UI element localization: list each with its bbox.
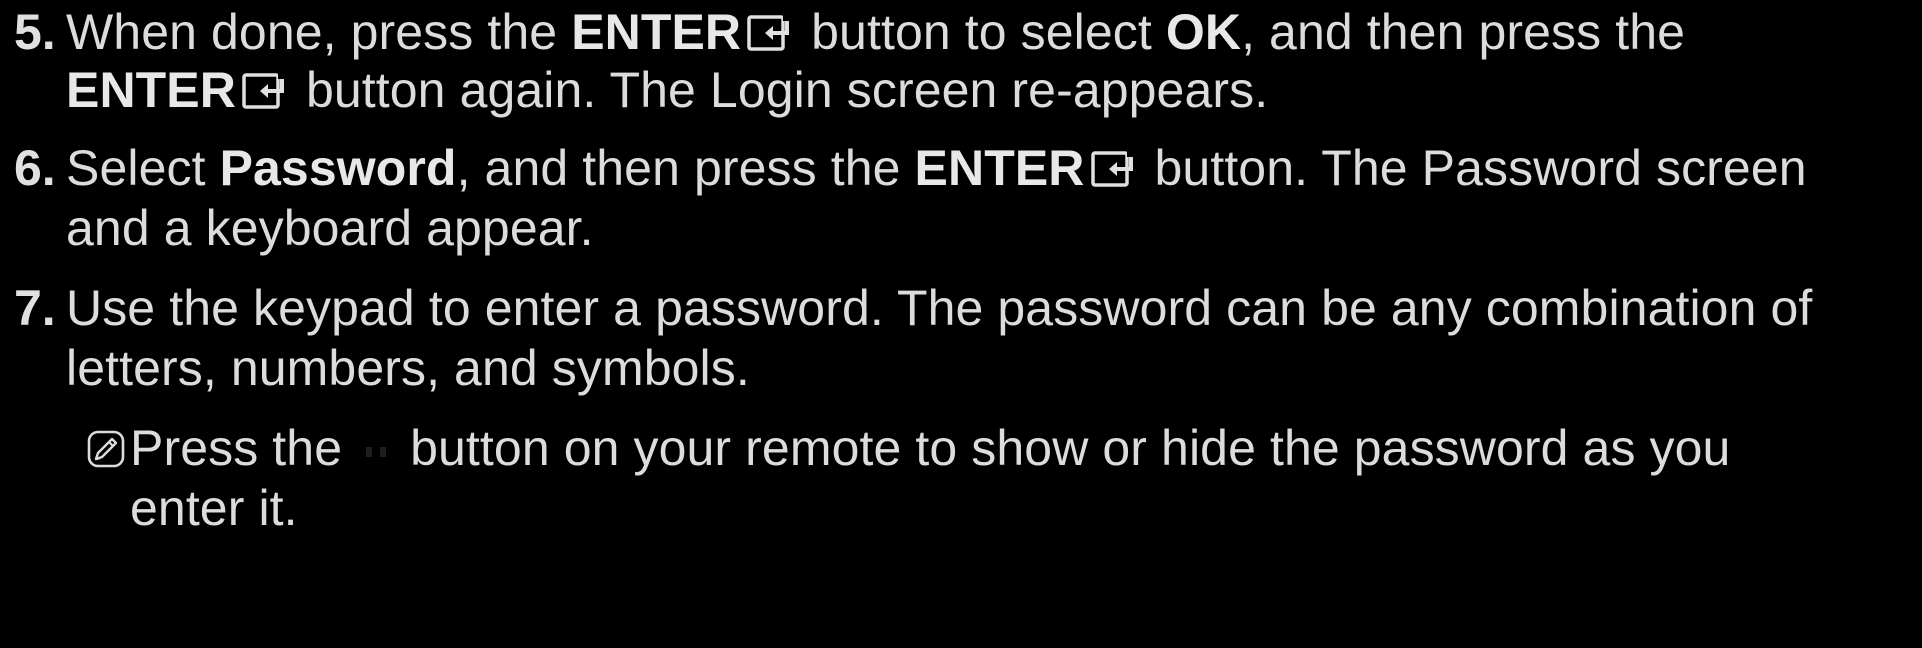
text: Press the (130, 420, 343, 476)
enter-icon (747, 15, 792, 51)
step-7-line-1: Use the keypad to enter a password. The … (66, 278, 1812, 338)
password-label: Password (219, 140, 457, 196)
ok-label: OK (1165, 4, 1242, 60)
text: , and then press the (1241, 4, 1686, 60)
text: letters, numbers, and symbols. (66, 340, 750, 396)
manual-page: 5. When done, press the ENTER button to … (0, 0, 1922, 648)
text: and a keyboard appear. (66, 200, 594, 256)
step-5-line-2: ENTER button again. The Login screen re-… (66, 60, 1268, 120)
enter-label: ENTER (66, 62, 236, 118)
text: When done, press the (66, 4, 572, 60)
enter-icon (242, 73, 286, 109)
enter-label: ENTER (914, 140, 1085, 196)
note-line-1: Press the button on your remote to show o… (130, 418, 1730, 478)
step-number: 6. (14, 140, 56, 196)
step-6-line-1: Select Password, and then press the ENTE… (66, 138, 1807, 198)
note-line-2: enter it. (130, 478, 298, 538)
step-5-line-1: When done, press the ENTER button to sel… (66, 2, 1685, 62)
remote-button-icon (366, 447, 387, 457)
text: button on your remote to show or hide th… (410, 420, 1731, 476)
step-7-line-2: letters, numbers, and symbols. (66, 338, 750, 398)
text: Use the keypad to enter a password. The … (66, 280, 1813, 336)
enter-icon (1090, 151, 1135, 187)
step-6-line-2: and a keyboard appear. (66, 198, 594, 258)
text: Select (66, 140, 220, 196)
text: button. The Password screen (1140, 140, 1807, 196)
text: enter it. (130, 480, 298, 536)
text: , and then press the (456, 140, 915, 196)
step-number: 7. (14, 280, 56, 336)
note-icon (87, 430, 125, 468)
step-number: 5. (14, 4, 56, 60)
text: button again. The Login screen re-appear… (291, 62, 1269, 118)
text: button to select (797, 4, 1166, 60)
enter-label: ENTER (571, 4, 742, 60)
